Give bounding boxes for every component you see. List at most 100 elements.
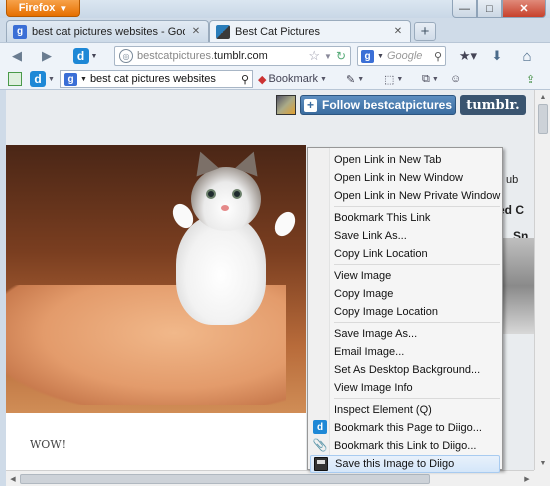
- download-icon[interactable]: ⬇: [488, 47, 506, 65]
- context-menu-item-save-this-image-to-diigo[interactable]: Save this Image to Diigo: [310, 455, 500, 473]
- back-arrow-icon[interactable]: ◀: [8, 47, 26, 65]
- context-menu-item-copy-link-location[interactable]: Copy Link Location: [310, 245, 500, 263]
- context-menu-item-open-link-in-new-tab[interactable]: Open Link in New Tab: [310, 151, 500, 169]
- context-menu-item-copy-image-location[interactable]: Copy Image Location: [310, 303, 500, 321]
- context-menu-item-label: Bookmark this Link to Diigo...: [334, 440, 477, 452]
- tab-label: best cat pictures websites - Google Se..…: [32, 25, 185, 38]
- sidebar-snippet: ub: [506, 174, 519, 186]
- forward-arrow-icon[interactable]: ▶: [38, 47, 56, 65]
- chevron-down-icon: ▼: [396, 75, 404, 83]
- chevron-down-icon[interactable]: ▼: [80, 76, 87, 83]
- sticky-note-button[interactable]: ☺: [450, 71, 461, 87]
- bookmark-button[interactable]: ◆ Bookmark ▼: [258, 71, 327, 87]
- context-menu: Open Link in New Tab Open Link in New Win…: [307, 147, 503, 473]
- context-menu-item-bookmark-this-link[interactable]: Bookmark This Link: [310, 209, 500, 227]
- kitten-paw: [270, 208, 300, 240]
- google-engine-icon[interactable]: g: [361, 49, 374, 63]
- context-menu-item-label: Open Link in New Tab: [334, 154, 442, 166]
- tab-google-search[interactable]: g best cat pictures websites - Google Se…: [6, 20, 209, 42]
- share-icon: ⇪: [526, 73, 536, 86]
- context-menu-separator: [334, 398, 500, 399]
- sidebar-thumbnail[interactable]: [500, 238, 538, 334]
- close-window-button[interactable]: ✕: [502, 0, 546, 18]
- home-icon[interactable]: ⌂: [518, 47, 536, 65]
- diigo-search-field[interactable]: g ▼ best cat pictures websites ⚲: [60, 70, 253, 88]
- diigo-search-input[interactable]: best cat pictures websites: [90, 73, 238, 85]
- context-menu-item-inspect-element-q[interactable]: Inspect Element (Q): [310, 401, 500, 419]
- tumblr-logo[interactable]: tumblr.: [460, 95, 526, 115]
- context-menu-item-label: Save this Image to Diigo: [335, 458, 455, 470]
- scroll-up-icon[interactable]: ▲: [535, 90, 550, 104]
- context-menu-item-bookmark-this-page-to-diigo[interactable]: d Bookmark this Page to Diigo...: [310, 419, 500, 437]
- close-tab-icon[interactable]: ✕: [190, 26, 202, 37]
- kitten-head: [191, 167, 261, 231]
- maximize-button[interactable]: □: [477, 0, 502, 18]
- url-domain: tumblr.com: [214, 50, 268, 62]
- chevron-down-icon[interactable]: ▼: [324, 52, 332, 61]
- context-menu-item-open-link-in-new-private-window[interactable]: Open Link in New Private Window: [310, 187, 500, 205]
- context-menu-item-copy-image[interactable]: Copy Image: [310, 285, 500, 303]
- context-menu-item-save-image-as[interactable]: Save Image As...: [310, 325, 500, 343]
- capture-button[interactable]: ⬚ ▼: [384, 71, 403, 87]
- search-icon[interactable]: ⚲: [241, 73, 249, 86]
- search-input[interactable]: Google: [387, 50, 431, 62]
- context-menu-item-open-link-in-new-window[interactable]: Open Link in New Window: [310, 169, 500, 187]
- share-button[interactable]: ⇪: [526, 71, 535, 87]
- diigo-toolbar-button[interactable]: d ▼: [70, 47, 100, 65]
- plus-icon: +: [303, 98, 317, 112]
- navigation-toolbar: ◀ ▶ d ▼ ◎ bestcatpictures.tumblr.com ☆ ▼…: [0, 42, 550, 68]
- window-controls: — □ ✕: [452, 0, 546, 18]
- post-caption: WOW!: [30, 438, 67, 451]
- reload-icon[interactable]: ↻: [336, 49, 346, 63]
- search-bar[interactable]: g ▼ Google ⚲: [357, 46, 446, 66]
- context-menu-item-save-link-as[interactable]: Save Link As...: [310, 227, 500, 245]
- url-bar[interactable]: ◎ bestcatpictures.tumblr.com ☆ ▼ ↻: [114, 46, 351, 66]
- bookmark-icon: ◆: [258, 73, 267, 86]
- close-tab-icon[interactable]: ✕: [392, 26, 404, 37]
- scroll-thumb[interactable]: [538, 104, 548, 134]
- sidebar-toggle-icon[interactable]: [8, 71, 22, 87]
- scroll-right-icon[interactable]: ▶: [520, 471, 534, 486]
- context-menu-item-set-as-desktop-background[interactable]: Set As Desktop Background...: [310, 361, 500, 379]
- context-menu-item-label: Save Link As...: [334, 230, 407, 242]
- highlight-button[interactable]: ✎ ▼: [346, 71, 364, 87]
- context-menu-item-label: Save Image As...: [334, 328, 418, 340]
- site-identity-icon[interactable]: ◎: [119, 49, 133, 63]
- context-menu-item-label: Open Link in New Window: [334, 172, 464, 184]
- context-menu-item-view-image[interactable]: View Image: [310, 267, 500, 285]
- paperclip-icon: 📎: [312, 438, 328, 452]
- diigo-d-icon: d: [313, 420, 327, 434]
- kitten-eye: [232, 189, 242, 199]
- chevron-down-icon[interactable]: ▼: [377, 53, 384, 60]
- firefox-menu-label: Firefox: [18, 2, 56, 14]
- new-tab-button[interactable]: +: [414, 22, 436, 41]
- title-bar: Firefox ▼ — □ ✕: [0, 0, 550, 18]
- context-menu-item-bookmark-this-link-to-diigo[interactable]: 📎 Bookmark this Link to Diigo...: [310, 437, 500, 455]
- tab-best-cat-pictures[interactable]: Best Cat Pictures ✕: [209, 20, 411, 42]
- scroll-thumb[interactable]: [20, 474, 430, 484]
- minimize-button[interactable]: —: [452, 0, 477, 18]
- vertical-scrollbar[interactable]: ▲ ▼: [534, 90, 550, 470]
- bookmarks-menu-icon[interactable]: ★▾: [454, 47, 482, 65]
- diigo-menu-button[interactable]: d ▼: [30, 71, 55, 87]
- chevron-down-icon: ▼: [431, 75, 439, 83]
- read-later-icon: ⧉: [422, 72, 430, 85]
- context-menu-item-label: View Image Info: [334, 382, 413, 394]
- kitten-photo[interactable]: [6, 145, 306, 413]
- scroll-left-icon[interactable]: ◀: [6, 471, 20, 486]
- diigo-d-icon: d: [30, 71, 46, 87]
- search-icon[interactable]: ⚲: [434, 50, 442, 63]
- bookmark-star-icon[interactable]: ☆: [308, 48, 320, 64]
- google-engine-icon[interactable]: g: [64, 72, 77, 86]
- read-later-button[interactable]: ⧉ ▼: [422, 71, 439, 87]
- sticky-note-icon: ☺: [450, 73, 462, 85]
- context-menu-item-email-image[interactable]: Email Image...: [310, 343, 500, 361]
- context-menu-item-view-image-info[interactable]: View Image Info: [310, 379, 500, 397]
- kitten-body: [176, 215, 266, 325]
- follow-button[interactable]: + Follow bestcatpictures: [300, 95, 456, 115]
- blog-avatar[interactable]: [276, 95, 296, 115]
- scroll-down-icon[interactable]: ▼: [535, 456, 550, 470]
- bookmark-button-label: Bookmark: [268, 73, 318, 85]
- scrollbar-corner: [534, 470, 550, 486]
- firefox-menu-button[interactable]: Firefox ▼: [6, 0, 80, 17]
